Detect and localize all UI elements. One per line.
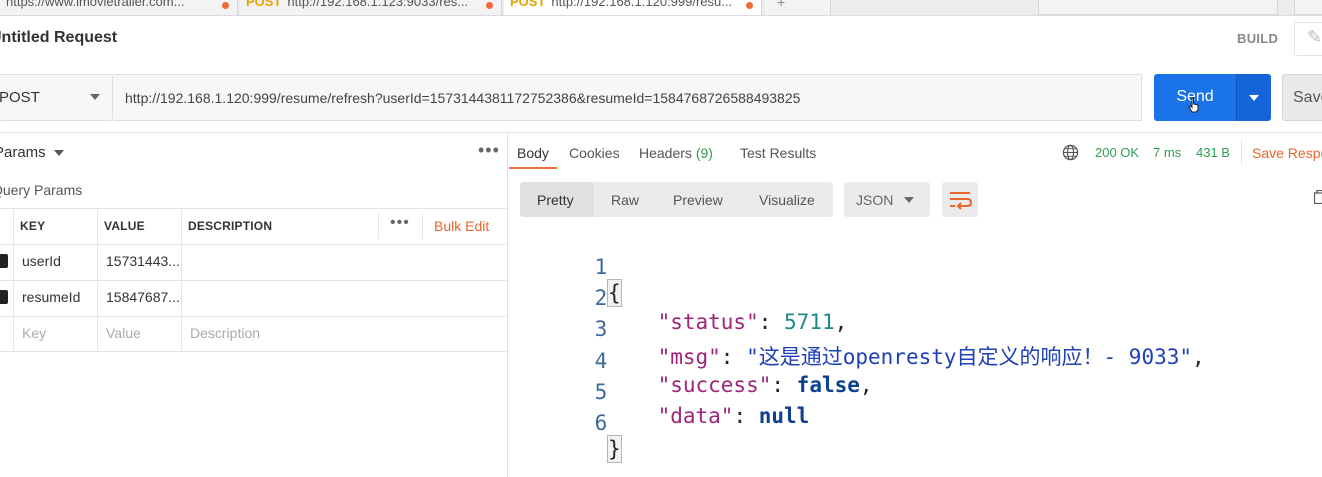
json-key: "status": [657, 310, 759, 334]
code-line: 2 "status": 5711,: [0, 262, 848, 334]
json-boolean: false: [796, 373, 860, 397]
tab-body[interactable]: Body: [517, 145, 549, 161]
line-number: 1: [594, 255, 608, 279]
json-number: 5711: [784, 310, 835, 334]
request-tab-active[interactable]: POST http://192.168.1.120:999/resu...: [504, 0, 762, 15]
line-number: 5: [594, 380, 608, 404]
tab-headers-label: Headers: [639, 145, 692, 161]
chevron-down-icon: [90, 94, 100, 100]
view-pretty-button[interactable]: Pretty: [537, 192, 574, 208]
method-select[interactable]: POST: [0, 74, 113, 121]
environment-select[interactable]: [1038, 0, 1278, 15]
divider: [0, 132, 1322, 133]
line-number: 6: [594, 411, 608, 435]
more-options-icon[interactable]: •••: [478, 140, 500, 161]
tab-headers[interactable]: Headers (9): [639, 145, 713, 161]
chevron-down-icon: [904, 197, 914, 203]
chevron-down-icon: [1249, 95, 1259, 101]
active-tab-indicator: [509, 167, 557, 169]
build-mode-label[interactable]: BUILD: [1237, 31, 1278, 46]
tab-cookies[interactable]: Cookies: [569, 145, 620, 161]
line-number: 4: [594, 349, 608, 373]
format-label: JSON: [856, 192, 894, 208]
chevron-down-icon: [53, 150, 64, 157]
line-number: 2: [594, 286, 608, 310]
code-line: 6 }: [0, 387, 622, 463]
response-size[interactable]: 431 B: [1196, 145, 1230, 160]
divider: [1241, 140, 1242, 164]
request-tab[interactable]: POST http://192.168.1.123:9033/res...: [240, 0, 502, 15]
table-border: [422, 213, 423, 239]
headers-count-badge: (9): [695, 145, 713, 161]
tab-method: POST: [246, 0, 282, 9]
line-number: 3: [594, 317, 608, 341]
unsaved-dot-icon: [486, 2, 493, 9]
view-mode-segmented-control: Pretty Raw Preview Visualize: [520, 182, 833, 217]
request-tab-strip: https://www.imovietrailer.com... POST htt…: [0, 0, 1322, 16]
response-time[interactable]: 7 ms: [1153, 145, 1181, 160]
bulk-edit-link[interactable]: Bulk Edit: [434, 218, 489, 234]
query-params-label: Query Params: [0, 182, 83, 198]
json-brace-close: }: [607, 435, 622, 463]
request-title[interactable]: Untitled Request: [0, 29, 117, 47]
json-key: "success": [657, 373, 772, 397]
code-line: 4 "success": false,: [0, 325, 873, 397]
pencil-icon: ✎: [1307, 27, 1322, 47]
tab-test-results[interactable]: Test Results: [740, 145, 816, 161]
unsaved-dot-icon: [222, 2, 229, 9]
new-tab-button[interactable]: +: [765, 0, 831, 15]
params-tab-dropdown[interactable]: Params: [0, 144, 64, 161]
wrap-lines-icon: [950, 192, 973, 210]
request-tab[interactable]: https://www.imovietrailer.com...: [0, 0, 238, 15]
json-key: "data": [657, 404, 734, 428]
json-brace-open: {: [607, 279, 622, 307]
code-line: 3 "msg": "这是通过openresty自定义的响应！- 9033",: [0, 293, 1205, 369]
tab-title: http://192.168.1.120:999/resu...: [551, 0, 733, 9]
json-null: null: [758, 404, 810, 428]
save-response-button[interactable]: Save Response: [1252, 145, 1322, 161]
copy-icon[interactable]: [1314, 190, 1322, 204]
view-visualize-button[interactable]: Visualize: [759, 192, 815, 208]
format-select[interactable]: JSON: [844, 182, 930, 217]
method-label: POST: [0, 89, 40, 106]
tab-method: POST: [510, 0, 546, 9]
hand-cursor-icon: [1188, 97, 1199, 113]
view-raw-button[interactable]: Raw: [611, 192, 639, 208]
code-line: 1 {: [0, 231, 622, 307]
table-border: [0, 280, 507, 281]
edit-button[interactable]: ✎: [1294, 22, 1322, 56]
environment-eye-button[interactable]: [1294, 0, 1322, 15]
table-more-options-icon[interactable]: •••: [390, 214, 410, 232]
save-button[interactable]: Save: [1282, 74, 1322, 121]
plus-icon: +: [777, 0, 786, 10]
column-header-value: VALUE: [104, 219, 145, 233]
json-key: "msg": [657, 345, 721, 369]
table-border: [0, 244, 507, 245]
globe-icon[interactable]: [1062, 144, 1079, 161]
column-header-description: DESCRIPTION: [188, 219, 273, 233]
wrap-lines-button[interactable]: [942, 182, 978, 217]
status-code[interactable]: 200 OK: [1095, 145, 1139, 160]
url-input[interactable]: http://192.168.1.120:999/resume/refresh?…: [113, 74, 1142, 121]
unsaved-dot-icon: [746, 2, 753, 9]
code-line: 5 "data": null: [0, 356, 810, 428]
view-preview-button[interactable]: Preview: [673, 192, 723, 208]
table-border: [0, 208, 507, 209]
tab-title: http://192.168.1.123:9033/res...: [287, 0, 469, 9]
send-options-button[interactable]: [1236, 74, 1271, 121]
table-border: [378, 213, 379, 239]
tab-title: https://www.imovietrailer.com...: [6, 0, 185, 9]
params-label: Params: [0, 144, 46, 161]
json-string: "这是通过openresty自定义的响应！- 9033": [746, 345, 1193, 369]
